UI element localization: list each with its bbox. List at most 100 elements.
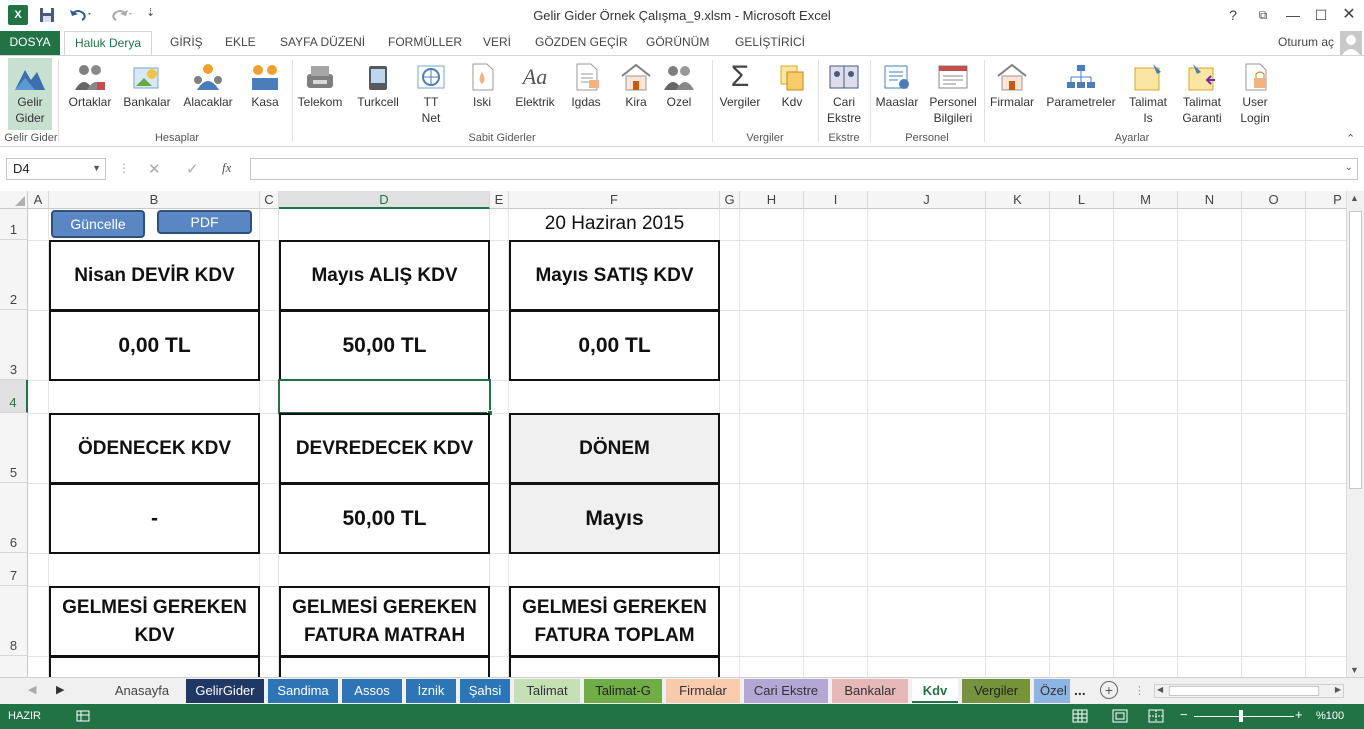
update-button[interactable]: Güncelle [51,210,145,238]
row-header-7[interactable]: 7 [0,553,28,586]
sheet-tab-i-znik[interactable]: İznik [406,679,456,703]
close-button[interactable]: ✕ [1336,4,1362,26]
sign-in-link[interactable]: Oturum aç [1268,31,1344,55]
tab-sayfa-duzeni[interactable]: SAYFA DÜZENİ [270,31,375,55]
sheet-tab-sandima[interactable]: Sandima [268,679,338,703]
ribbon-button-bankalar[interactable]: Bankalar [120,58,174,130]
ribbon-button-vergiler[interactable]: Σ Vergiler [716,58,764,130]
cell-f6-value[interactable]: Mayıs [509,483,720,554]
ribbon-button-kasa[interactable]: Kasa [242,58,288,130]
col-header-l[interactable]: L [1050,191,1114,209]
col-header-d[interactable]: D [279,191,490,209]
vertical-scrollbar[interactable]: ▲ ▼ [1346,191,1364,677]
name-box[interactable]: D4 ▼ [6,158,106,180]
sheet-tab-assos[interactable]: Assos [342,679,402,703]
ribbon-button-kdv[interactable]: Kdv [772,58,812,130]
more-sheets-button[interactable]: ... [1074,682,1086,698]
sheet-tab-talimat-g[interactable]: Talimat-G [584,679,662,703]
col-header-c[interactable]: C [260,191,279,209]
cancel-icon[interactable]: ✕ [148,160,161,178]
pdf-button[interactable]: PDF [157,210,252,234]
ribbon-button-alacaklar[interactable]: Alacaklar [180,58,236,130]
col-header-o[interactable]: O [1242,191,1306,209]
cell-b5-odenecek-kdv[interactable]: ÖDENECEK KDV [49,413,260,484]
cell-f3-value[interactable]: 0,00 TL [509,310,720,381]
macro-record-icon[interactable] [76,709,90,726]
ribbon-button-ortaklar[interactable]: Ortaklar [64,58,116,130]
scroll-right-icon[interactable]: ▶ [1335,685,1341,694]
col-header-j[interactable]: J [868,191,986,209]
cell-d3-value[interactable]: 50,00 TL [279,310,490,381]
ribbon-button-kira[interactable]: Kira [614,58,658,130]
row-header-4[interactable]: 4 [0,380,28,413]
cell-d5-devredecek-kdv[interactable]: DEVREDECEK KDV [279,413,490,484]
sheet-tab-şahsi[interactable]: Şahsi [460,679,510,703]
cell-f5-donem[interactable]: DÖNEM [509,413,720,484]
tab-veri[interactable]: VERİ [473,31,521,55]
page-layout-view-icon[interactable] [1112,708,1128,727]
prev-sheet-icon[interactable]: ◀ [28,683,36,696]
cell-b2-nisan-devir-kdv[interactable]: Nisan DEVİR KDV [49,240,260,311]
row-header-3[interactable]: 3 [0,310,28,380]
row-header-6[interactable]: 6 [0,483,28,553]
ribbon-button-talimat-is[interactable]: Talimat Is [1124,58,1172,130]
ribbon-display-icon[interactable]: ⧉ [1250,4,1276,26]
col-header-i[interactable]: I [804,191,868,209]
expand-formula-icon[interactable]: ⌄ [1345,162,1353,173]
collapse-ribbon-icon[interactable]: ⌃ [1346,132,1355,145]
scroll-up-icon[interactable]: ▲ [1350,193,1359,203]
col-header-n[interactable]: N [1178,191,1242,209]
scroll-down-icon[interactable]: ▼ [1350,665,1359,675]
sheet-tab-firmalar[interactable]: Firmalar [666,679,740,703]
selected-cell-d4[interactable] [278,379,493,416]
col-header-k[interactable]: K [986,191,1050,209]
zoom-slider-thumb[interactable] [1239,710,1243,722]
col-header-f[interactable]: F [509,191,720,209]
next-sheet-icon[interactable]: ▶ [56,683,64,696]
cell-f8-fatura-toplam[interactable]: GELMESİ GEREKEN FATURA TOPLAM [509,586,720,657]
ribbon-button-ozel[interactable]: Ozel [658,58,700,130]
scroll-thumb[interactable] [1349,211,1362,489]
cell-d9-value[interactable] [279,656,490,677]
cell-b9-value[interactable] [49,656,260,677]
minimize-button[interactable]: — [1280,4,1306,26]
ribbon-button-maaslar[interactable]: Maaslar [874,58,920,130]
ribbon-button-talimat-garanti[interactable]: Talimat Garanti [1176,58,1228,130]
row-header-1[interactable]: 1 [0,209,28,240]
row-header-9[interactable] [0,656,28,677]
sheet-tab-kdv[interactable]: Kdv [912,679,958,703]
cell-f9-value[interactable] [509,656,720,677]
splitter-icon[interactable]: ⋮ [1134,684,1145,697]
col-header-p[interactable]: P [1306,191,1346,209]
ribbon-button-tt-net[interactable]: TT Net [410,58,452,130]
ribbon-button-gelir-gider[interactable]: Gelir Gider [8,58,52,130]
tab-ekle[interactable]: EKLE [215,31,266,55]
sheet-tab-bankalar[interactable]: Bankalar [832,679,908,703]
page-break-view-icon[interactable] [1148,708,1164,727]
tab-dosya[interactable]: DOSYA [0,31,60,55]
sheet-tab-vergiler[interactable]: Vergiler [962,679,1030,703]
zoom-in-icon[interactable]: + [1295,707,1303,722]
date-cell[interactable]: 20 Haziran 2015 [509,213,720,235]
cell-b6-value[interactable]: - [49,483,260,554]
horizontal-scrollbar[interactable]: ◀ ▶ [1154,684,1344,698]
ribbon-button-turkcell[interactable]: Turkcell [352,58,404,130]
row-header-5[interactable]: 5 [0,413,28,483]
help-button[interactable]: ? [1220,4,1246,26]
add-sheet-icon[interactable]: + [1100,681,1118,699]
ribbon-button-iski[interactable]: Iski [460,58,504,130]
select-all-corner[interactable] [0,191,28,209]
zoom-slider[interactable] [1194,716,1294,717]
cell-d2-mayis-alis-kdv[interactable]: Mayıs ALIŞ KDV [279,240,490,311]
ribbon-button-personel-bilgileri[interactable]: Personel Bilgileri [926,58,980,130]
cell-b8-gelmesi-gereken-kdv[interactable]: GELMESİ GEREKEN KDV [49,586,260,657]
enter-icon[interactable]: ✓ [186,160,199,178]
tab-giris[interactable]: GİRİŞ [160,31,213,55]
ribbon-button-firmalar[interactable]: Firmalar [988,58,1036,130]
cell-f2-mayis-satis-kdv[interactable]: Mayıs SATIŞ KDV [509,240,720,311]
ribbon-button-user-login[interactable]: User Login [1234,58,1276,130]
cell-d8-fatura-matrah[interactable]: GELMESİ GEREKEN FATURA MATRAH [279,586,490,657]
col-header-a[interactable]: A [28,191,49,209]
tab-gorunum[interactable]: GÖRÜNÜM [636,31,719,55]
sheet-tab-gelirgider[interactable]: GelirGider [186,679,264,703]
